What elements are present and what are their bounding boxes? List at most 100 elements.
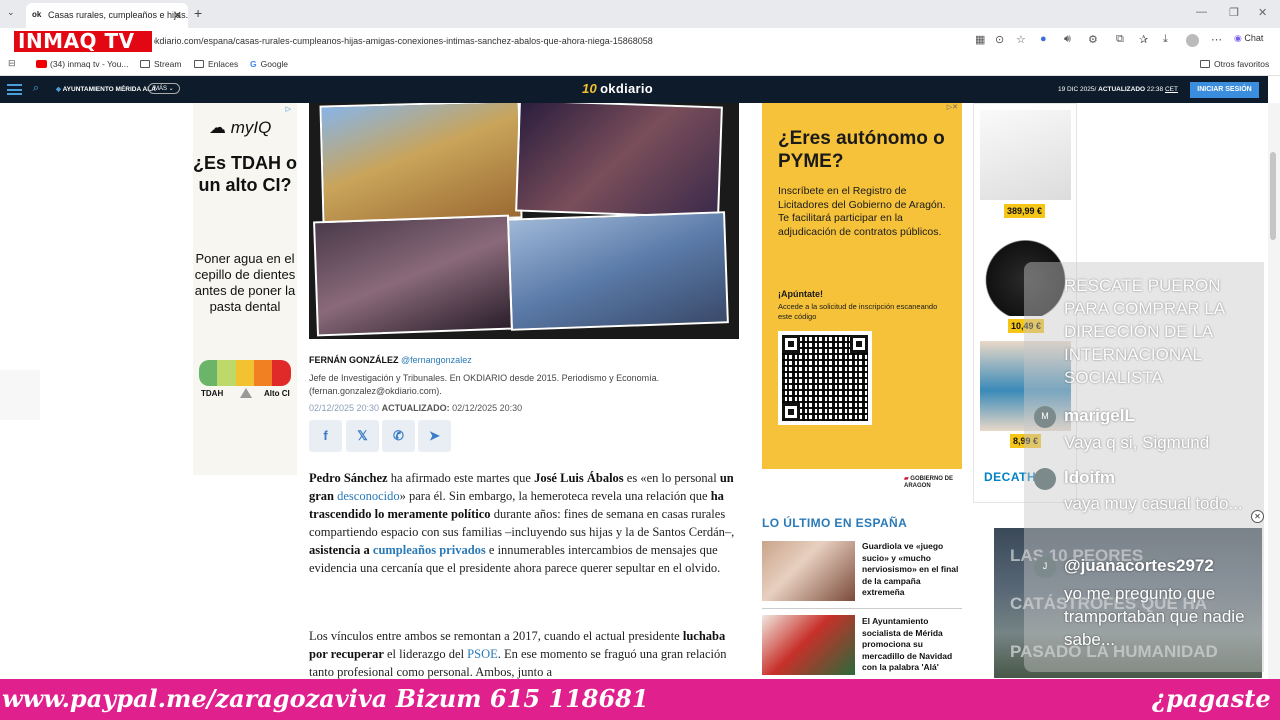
google-icon: G	[250, 59, 257, 69]
profile-avatar[interactable]	[1186, 34, 1199, 47]
bookmark-stream[interactable]: Stream	[140, 59, 181, 69]
ad-cta: ¡Apúntate!	[778, 289, 823, 299]
text: ha afirmado este martes que	[387, 471, 535, 485]
anniversary-mark: 10	[582, 81, 598, 96]
ad-gobierno-aragon[interactable]: ▷✕ ¿Eres autónomo o PYME? Inscríbete en …	[762, 103, 962, 489]
extensions-puzzle-icon[interactable]: ⚙	[1088, 33, 1098, 46]
chat-message-text: vaya muy casual todo...	[1064, 494, 1243, 513]
download-icon[interactable]: ⤓	[1163, 33, 1168, 46]
browser-tab[interactable]: ok Casas rurales, cumpleaños e hijas... …	[26, 3, 188, 28]
sound-icon[interactable]: 🔊︎	[1064, 33, 1071, 46]
news-item-title[interactable]: El Ayuntamiento socialista de Mérida pro…	[862, 616, 962, 674]
share-facebook-icon[interactable]: f	[309, 420, 342, 452]
tab-close-icon[interactable]: ✕	[173, 9, 182, 22]
window-close-icon[interactable]: ✕	[1258, 6, 1267, 19]
gauge-segment	[236, 360, 255, 386]
text-bold: asistencia a	[309, 543, 370, 557]
login-button[interactable]: INICIAR SESIÓN	[1190, 82, 1259, 98]
copilot-icon: ◉	[1234, 33, 1245, 43]
tab-title: Casas rurales, cumpleaños e hijas...	[48, 10, 188, 20]
author-handle[interactable]: @fernangonzalez	[401, 355, 472, 365]
news-thumbnail[interactable]	[762, 615, 855, 675]
share-x-icon[interactable]: 𝕏	[346, 420, 379, 452]
header-date: 19 DIC 2025/ ACTUALIZADO 22:38 CET	[1058, 86, 1178, 93]
updated-label: ACTUALIZADO	[1098, 86, 1146, 93]
bookmark-google[interactable]: G Google	[250, 59, 288, 69]
gauge-segment	[272, 360, 291, 386]
share-whatsapp-icon[interactable]: ✆	[382, 420, 415, 452]
divider	[762, 608, 962, 609]
chat-message-text: yo me pregunto que tramportaban que nadi…	[1064, 584, 1245, 649]
tab-list-chevron-icon[interactable]: ⌄	[7, 7, 15, 18]
site-header: ⌕ ◆ AYUNTAMIENTO MÉRIDA ALÁ MÁS ⌄ 10 okdi…	[0, 76, 1268, 103]
ad-myiq[interactable]: ▷ ☁︎ myIQ ¿Es TDAH o un alto CI? Poner a…	[193, 103, 297, 475]
other-favorites[interactable]: Otros favoritos	[1200, 59, 1269, 69]
new-tab-plus-icon[interactable]: +	[194, 5, 202, 21]
minimize-icon[interactable]: —	[1196, 6, 1207, 18]
brain-icon: ☁︎	[209, 118, 231, 137]
more-menu-icon[interactable]: ⋯	[1211, 33, 1222, 46]
product-goal[interactable]	[980, 110, 1071, 200]
search-icon[interactable]: ⌕	[33, 82, 39, 95]
qr-finder	[850, 335, 868, 353]
favorites-icon[interactable]: ✰	[1139, 33, 1148, 46]
inmaq-tv-logo: INMAQ TV	[12, 29, 154, 54]
address-bar-row: okdiario.com/espana/casas-rurales-cumple…	[0, 28, 1280, 54]
bookmark-youtube[interactable]: (34) inmaq tv - You...	[36, 59, 128, 69]
text-bold: Pedro Sánchez	[309, 471, 388, 485]
text: » para él. Sin embargo, la hemeroteca re…	[399, 489, 711, 503]
bookmark-label: (34) inmaq tv - You...	[50, 59, 129, 69]
text: e innumerables intercambios de mensajes …	[309, 543, 721, 575]
chat-avatar	[1034, 468, 1056, 490]
link-desconocido[interactable]: desconocido	[337, 489, 399, 503]
browser-tab-bar: ⌄ ok Casas rurales, cumpleaños e hijas..…	[0, 0, 1280, 28]
scrollbar-thumb[interactable]	[1270, 152, 1276, 240]
bookmark-label: Stream	[154, 59, 182, 69]
chat-close-icon[interactable]: ✕	[1251, 510, 1264, 523]
site-logo[interactable]: 10 okdiario	[582, 81, 653, 96]
chat-username: marigelL	[1064, 406, 1135, 425]
gauge-segment	[217, 360, 236, 386]
copilot-chat-button[interactable]: ◉ Chat	[1234, 33, 1263, 44]
gauge-segment	[199, 360, 218, 386]
aragon-org-name: GOBIERNO DE ARAGON	[904, 476, 953, 489]
hamburger-menu-icon[interactable]	[7, 84, 22, 95]
folder-icon	[1200, 60, 1210, 68]
photo-group	[313, 214, 513, 337]
split-screen-icon[interactable]: ⧉	[1116, 33, 1124, 46]
gauge-label-low: TDAH	[201, 389, 224, 398]
more-topics-button[interactable]: MÁS ⌄	[148, 83, 180, 94]
share-telegram-icon[interactable]: ➤	[418, 420, 451, 452]
news-item-title[interactable]: Guardiola ve «juego sucio» y «mucho nerv…	[862, 541, 962, 599]
bookmarks-bar: ⊟ (34) inmaq tv - You... Stream Enlaces …	[0, 54, 1280, 76]
trending-topic-label: AYUNTAMIENTO MÉRIDA ALÁ	[62, 86, 156, 93]
ad-cta-sub: Accede a la solicitud de inscripción esc…	[778, 302, 938, 321]
latest-news-title[interactable]: LO ÚLTIMO EN ESPAÑA	[762, 516, 907, 530]
url-field[interactable]: okdiario.com/espana/casas-rurales-cumple…	[150, 31, 1030, 51]
article-photo-collage[interactable]	[309, 103, 739, 339]
trending-topic[interactable]: ◆ AYUNTAMIENTO MÉRIDA ALÁ	[56, 85, 156, 93]
qr-code[interactable]	[778, 331, 872, 425]
maximize-icon[interactable]: ❐	[1229, 6, 1239, 19]
timezone: CET	[1164, 86, 1178, 93]
author-name[interactable]: FERNÁN GONZÁLEZ	[309, 355, 399, 365]
more-apps-icon[interactable]: ⊙	[995, 33, 1004, 46]
ticker-text: www.paypal.me/zaragozaviva Bizum 615 118…	[2, 684, 649, 713]
reader-view-icon[interactable]: ▦	[975, 33, 985, 46]
screen: { "browser": { "tab_title": "Casas rural…	[0, 0, 1280, 720]
adchoices-icon[interactable]: ▷✕	[947, 103, 958, 111]
extension-icon[interactable]: ●	[1040, 33, 1047, 45]
bookmark-enlaces[interactable]: Enlaces	[194, 59, 238, 69]
favorite-star-icon[interactable]: ☆	[1016, 33, 1026, 46]
updated-label: ACTUALIZADO:	[381, 403, 450, 413]
adchoices-icon[interactable]: ▷	[286, 105, 291, 113]
donation-ticker: www.paypal.me/zaragozaviva Bizum 615 118…	[0, 679, 1280, 720]
link-psoe[interactable]: PSOE	[467, 647, 498, 661]
qr-pattern	[782, 335, 868, 421]
qr-finder	[782, 335, 800, 353]
news-thumbnail[interactable]	[762, 541, 855, 601]
bookmark-collections-icon[interactable]: ⊟	[8, 58, 16, 69]
date-text: 19 DIC 2025/	[1058, 86, 1097, 93]
link-cumpleanos[interactable]: cumpleaños privados	[373, 543, 486, 557]
text: es «en lo personal	[623, 471, 720, 485]
